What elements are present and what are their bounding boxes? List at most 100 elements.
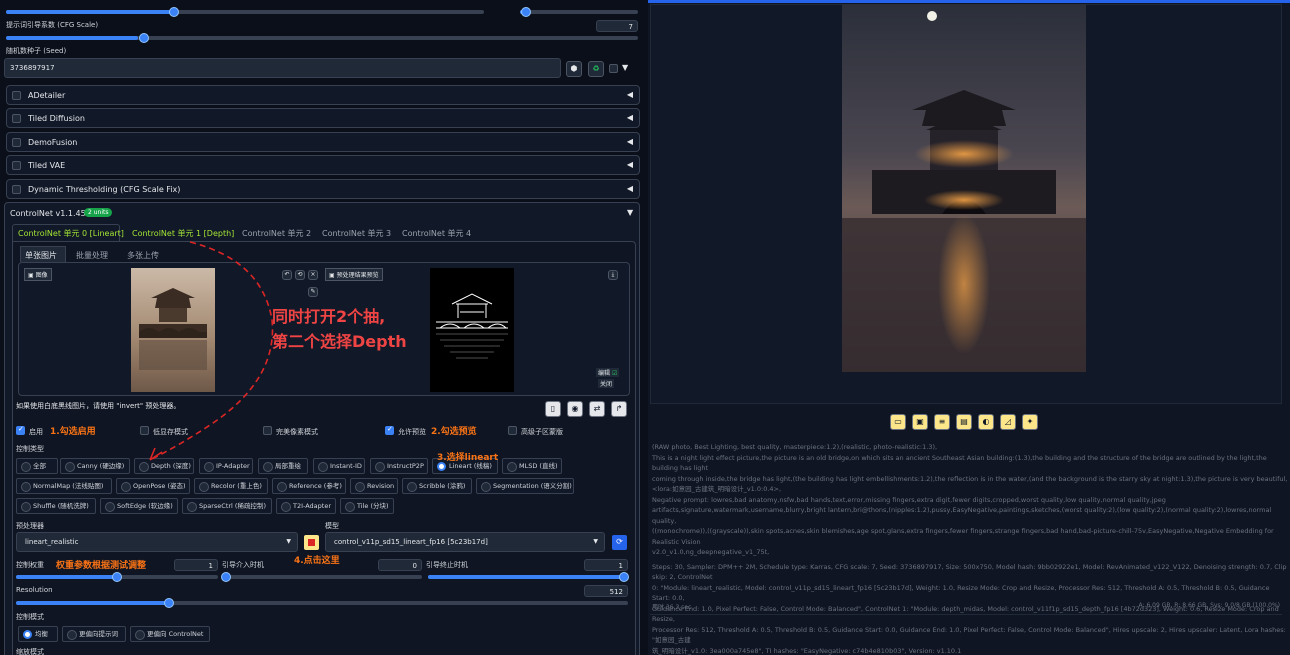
control-type-depth[interactable]: Depth (深度) [134, 458, 194, 474]
lowvram-checkbox[interactable] [140, 426, 149, 435]
seed-input[interactable]: 3736897917 [4, 58, 561, 78]
palette-icon[interactable]: ◐ [978, 414, 994, 430]
annotation-big-1: 同时打开2个抽, [272, 307, 386, 326]
control-type-sparsectrl[interactable]: SparseCtrl (稀疏控制) [182, 498, 272, 514]
control-type-openpose[interactable]: OpenPose (姿态) [116, 478, 190, 494]
extra-triangle-icon[interactable]: ▼ [622, 63, 628, 72]
annotation-click: 4.点击这里 [294, 556, 340, 566]
close-button[interactable]: 关闭 [598, 379, 615, 388]
tiled-vae-checkbox[interactable] [12, 161, 21, 170]
accordion-dynamic-thresholding[interactable]: Dynamic Thresholding (CFG Scale Fix) ◀ [6, 179, 640, 199]
swap-icon[interactable]: ⇄ [589, 401, 605, 417]
control-type-instructp2p[interactable]: InstructP2P [370, 458, 428, 474]
control-mode-balanced[interactable]: 均衡 [18, 626, 58, 642]
control-mode-controlnet[interactable]: 更偏向 ControlNet [130, 626, 210, 642]
preprocessor-select[interactable]: lineart_realistic ▼ [16, 532, 298, 552]
cfg-slider[interactable] [6, 33, 638, 43]
control-type-tile[interactable]: Tile (分块) [340, 498, 394, 514]
tab-unit-1[interactable]: ControlNet 单元 1 [Depth] [132, 228, 234, 239]
resolution-slider[interactable] [16, 598, 628, 608]
width-slider[interactable] [6, 7, 484, 17]
sparkle-icon[interactable]: ✦ [1022, 414, 1038, 430]
tab-unit-4[interactable]: ControlNet 单元 4 [402, 228, 471, 239]
cfg-value[interactable]: 7 [596, 20, 638, 32]
undo-icon[interactable]: ↶ [282, 270, 292, 280]
subtab-multi[interactable]: 多张上传 [127, 250, 159, 261]
recycle-icon[interactable]: ♻ [588, 61, 604, 77]
reset-icon[interactable]: ⟲ [295, 270, 305, 280]
preview-label-text: 预处理结果预览 [336, 272, 379, 279]
webcam-icon[interactable]: ◉ [567, 401, 583, 417]
pen-icon[interactable]: ✎ [308, 287, 318, 297]
vram-usage: A: 6.09 GB, R: 8.66 GB, Sys: 9.0/8 GB (1… [1138, 602, 1280, 609]
run-preprocessor-button[interactable] [304, 535, 319, 550]
weight-slider[interactable] [16, 572, 218, 582]
control-type-reference[interactable]: Reference (参考) [272, 478, 346, 494]
accordion-adetailer[interactable]: ADetailer ◀ [6, 85, 640, 105]
image-icon[interactable]: ▤ [956, 414, 972, 430]
control-type-softedge[interactable]: SoftEdge (软边缘) [100, 498, 178, 514]
control-type-all[interactable]: 全部 [16, 458, 58, 474]
extra-seed-checkbox[interactable] [609, 64, 618, 73]
info-line: coming through inside,the bridge has lig… [652, 474, 1288, 483]
folder-icon[interactable]: ▭ [890, 414, 906, 430]
enable-checkbox[interactable] [16, 425, 25, 435]
start-slider[interactable] [221, 572, 422, 582]
start-value[interactable]: 0 [378, 559, 422, 571]
weight-value[interactable]: 1 [174, 559, 218, 571]
accordion-demofusion[interactable]: DemoFusion ◀ [6, 132, 640, 152]
control-type-recolor[interactable]: Recolor (重上色) [194, 478, 268, 494]
subtab-single[interactable]: 单张图片 [25, 250, 57, 261]
info-line: v2.0_v1.0,ng_deepnegative_v1_75t, [652, 548, 770, 556]
allow-preview-checkbox[interactable] [385, 425, 394, 435]
zip-icon[interactable]: ≡ [934, 414, 950, 430]
demofusion-checkbox[interactable] [12, 138, 21, 147]
end-slider[interactable] [428, 572, 629, 582]
model-select[interactable]: control_v11p_sd15_lineart_fp16 [5c23b17d… [325, 532, 605, 552]
tab-unit-3[interactable]: ControlNet 单元 3 [322, 228, 391, 239]
control-type-canny[interactable]: Canny (硬边缘) [60, 458, 130, 474]
generated-image[interactable] [842, 4, 1086, 372]
control-type-inpaint[interactable]: 局部重绘 [258, 458, 308, 474]
control-mode-prompt[interactable]: 更偏向提示词 [62, 626, 126, 642]
image-icon: ▣ [329, 272, 337, 279]
control-type-instant-id[interactable]: Instant-ID [313, 458, 365, 474]
collapse-icon[interactable]: ▼ [627, 208, 633, 217]
subtab-batch[interactable]: 批量处理 [76, 250, 108, 261]
control-type-segmentation[interactable]: Segmentation (语义分割) [476, 478, 574, 494]
control-type-t2i-adapter[interactable]: T2I-Adapter [276, 498, 336, 514]
dynamic-thresholding-checkbox[interactable] [12, 185, 21, 194]
download-icon[interactable]: ⤓ [608, 270, 618, 280]
controlnet-title[interactable]: ControlNet v1.1.455 [10, 209, 91, 218]
control-type-scribble[interactable]: Scribble (涂鸦) [402, 478, 472, 494]
tab-unit-0[interactable]: ControlNet 单元 0 [Lineart] [18, 228, 124, 239]
accordion-tiled-vae[interactable]: Tiled VAE ◀ [6, 155, 640, 175]
send-dimensions-icon[interactable]: ↱ [611, 401, 627, 417]
control-type-shuffle[interactable]: Shuffle (随机洗牌) [16, 498, 96, 514]
tiled-diffusion-checkbox[interactable] [12, 114, 21, 123]
model-value: control_v11p_sd15_lineart_fp16 [5c23b17d… [334, 538, 488, 546]
refresh-icon[interactable]: ⟳ [612, 535, 627, 550]
annotation-enable: 1.勾选启用 [50, 427, 96, 437]
control-type-revision[interactable]: Revision [350, 478, 398, 494]
adetailer-checkbox[interactable] [12, 91, 21, 100]
save-icon[interactable]: ▣ [912, 414, 928, 430]
explosion-icon [308, 539, 315, 546]
new-canvas-icon[interactable]: ▯ [545, 401, 561, 417]
tab-unit-2[interactable]: ControlNet 单元 2 [242, 228, 311, 239]
ruler-icon[interactable]: ◿ [1000, 414, 1016, 430]
close-icon[interactable]: × [308, 270, 318, 280]
pixel-perfect-checkbox[interactable] [263, 426, 272, 435]
accordion-tiled-diffusion[interactable]: Tiled Diffusion ◀ [6, 108, 640, 128]
batch-slider[interactable] [520, 7, 638, 17]
control-type-normalmap[interactable]: NormalMap (法线贴图) [16, 478, 112, 494]
control-type-ip-adapter[interactable]: IP-Adapter [199, 458, 253, 474]
units-badge: 2 units [84, 208, 113, 217]
control-type-mlsd[interactable]: MLSD (直线) [502, 458, 562, 474]
resolution-value[interactable]: 512 [584, 585, 628, 597]
edit-button[interactable]: 编辑 ☑ [596, 368, 620, 377]
end-value[interactable]: 1 [584, 559, 628, 571]
dice-icon[interactable]: ⬢ [566, 61, 582, 77]
edit-label: 编辑 [598, 370, 611, 377]
upload-mask-checkbox[interactable] [508, 426, 517, 435]
